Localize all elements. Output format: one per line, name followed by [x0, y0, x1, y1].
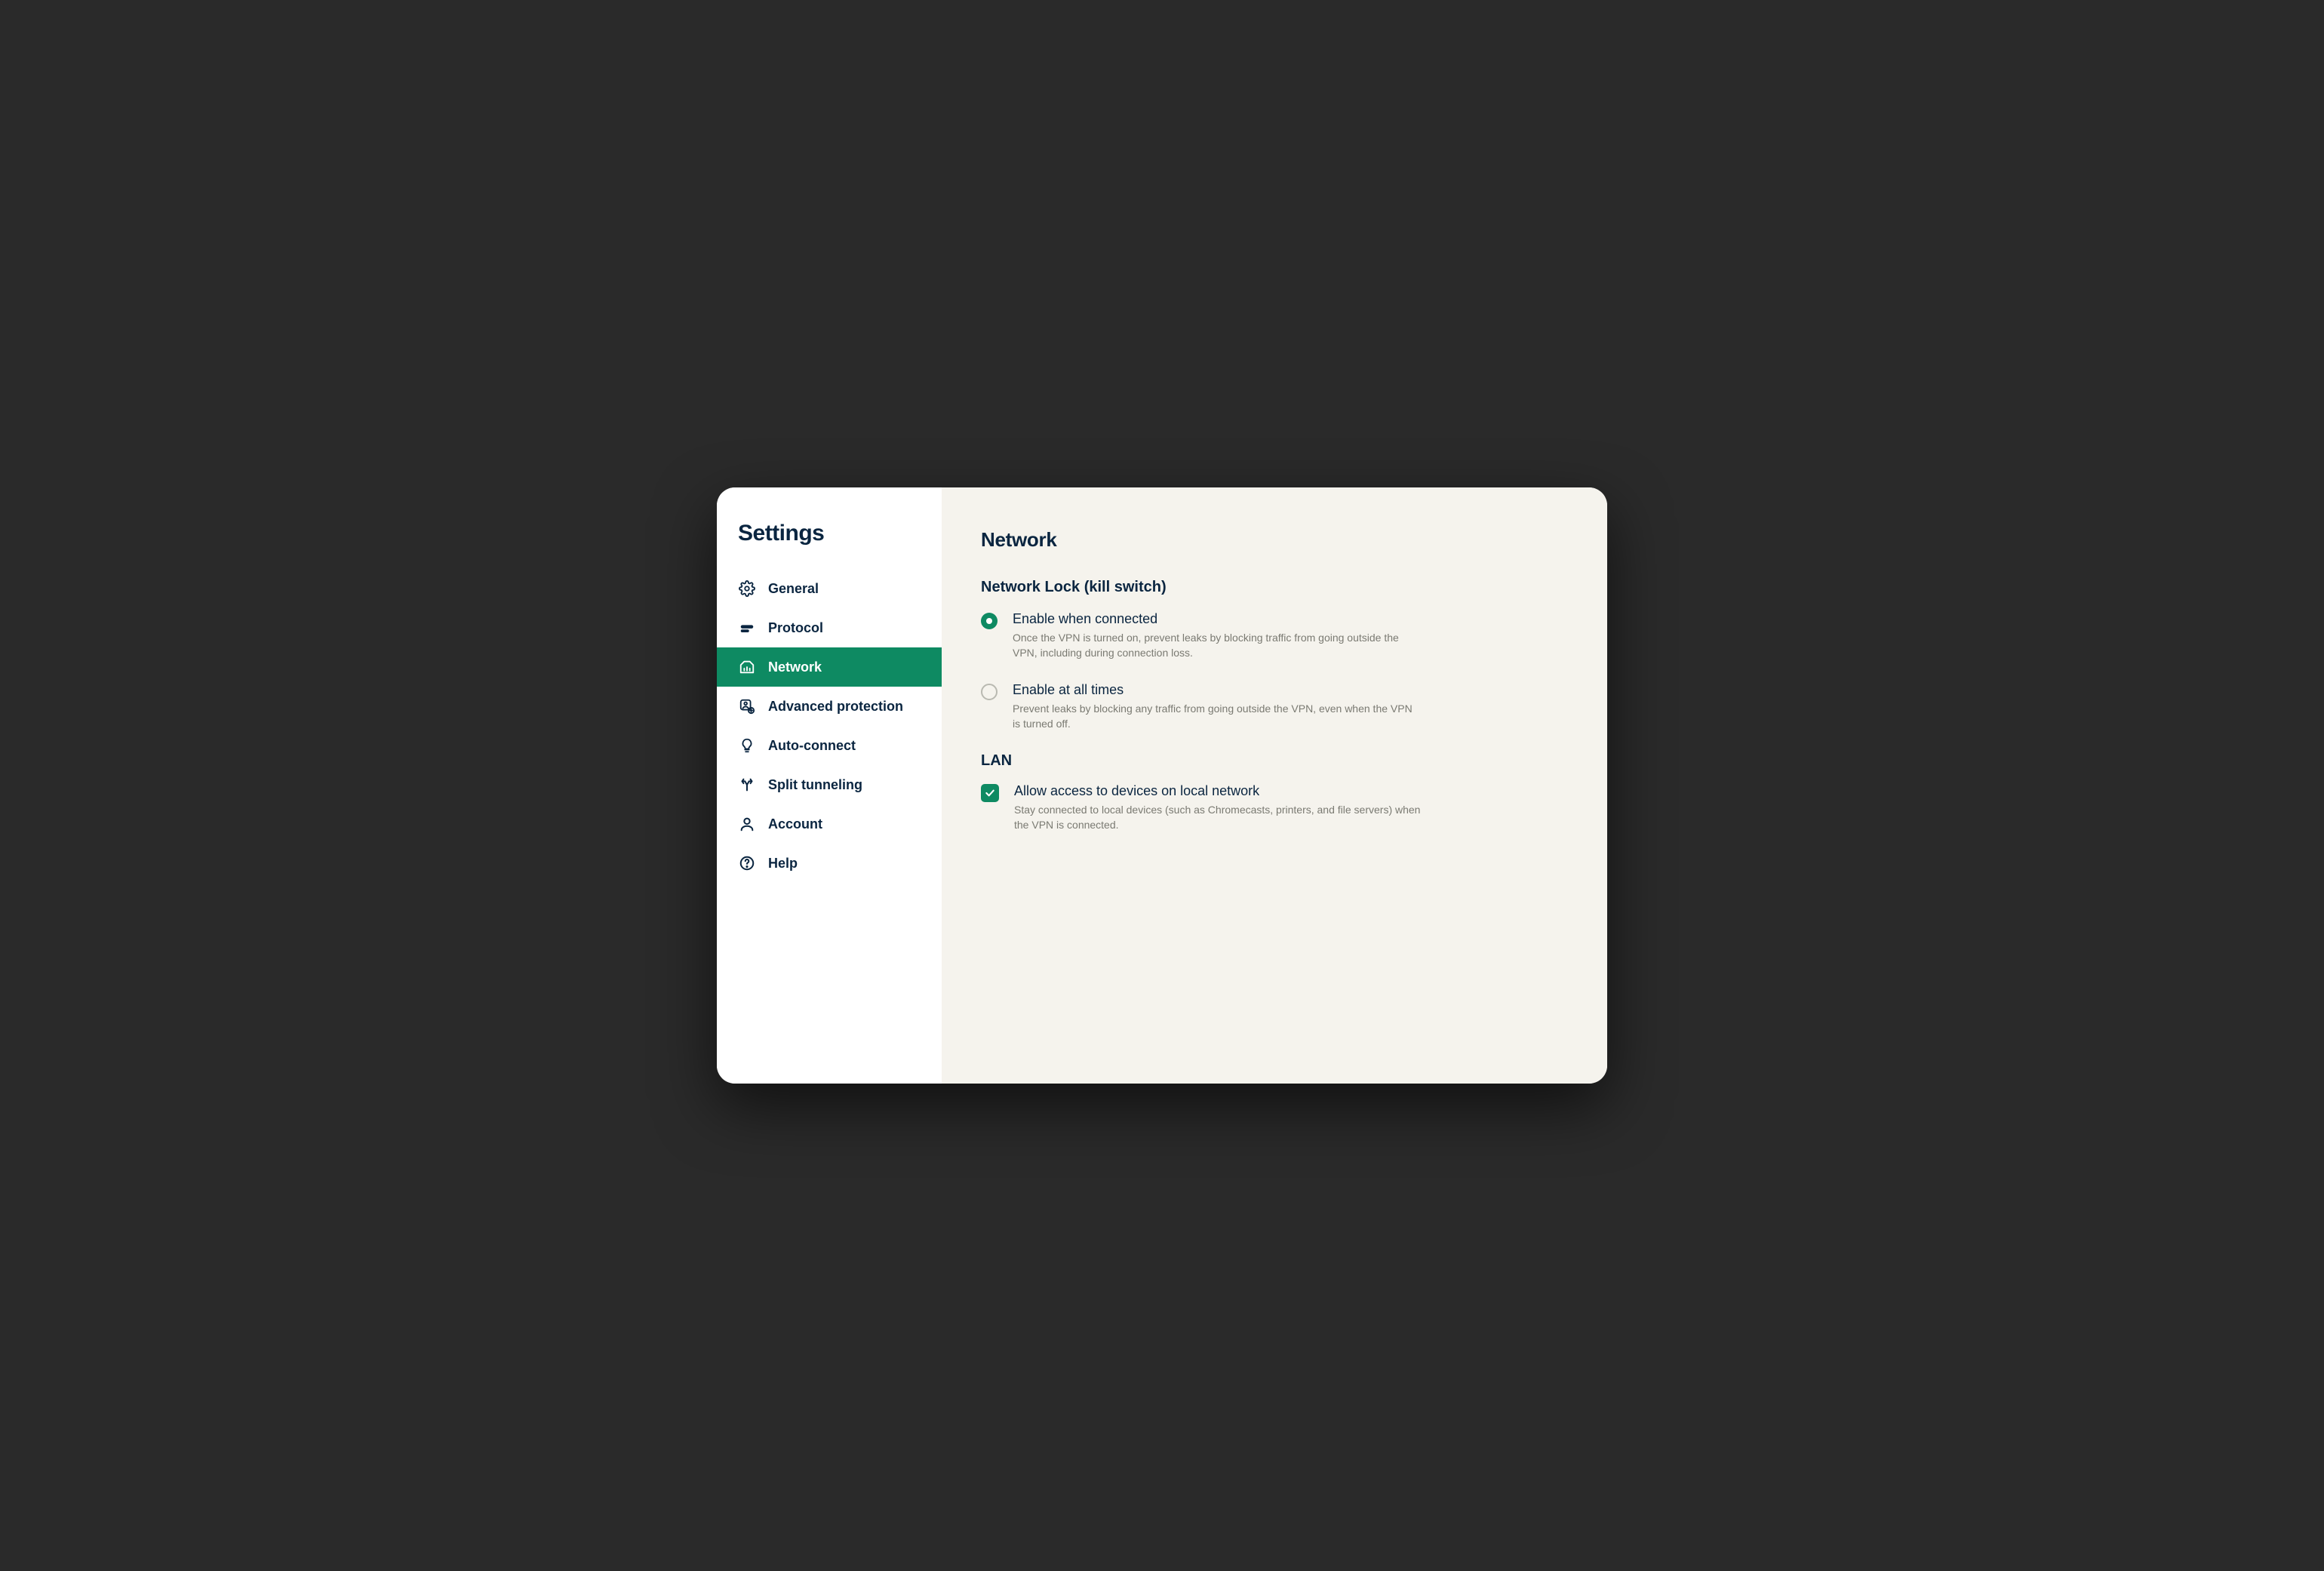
sidebar-title: Settings: [717, 521, 942, 569]
option-label: Allow access to devices on local network: [1014, 783, 1422, 799]
sidebar-item-split-tunneling[interactable]: Split tunneling: [717, 765, 942, 804]
split-icon: [738, 776, 756, 794]
sidebar-item-general[interactable]: General: [717, 569, 942, 608]
lan-option-allow-local[interactable]: Allow access to devices on local network…: [981, 783, 1562, 833]
sidebar-item-help[interactable]: Help: [717, 844, 942, 883]
network-lock-option-always[interactable]: Enable at all times Prevent leaks by blo…: [981, 682, 1562, 732]
sidebar-item-protocol[interactable]: Protocol: [717, 608, 942, 647]
sidebar-item-label: Network: [768, 659, 822, 675]
sidebar-item-network[interactable]: Network: [717, 647, 942, 687]
content-panel: Network Network Lock (kill switch) Enabl…: [942, 487, 1607, 1084]
sidebar-item-label: Advanced protection: [768, 699, 903, 715]
radio-enable-when-connected[interactable]: [981, 613, 998, 629]
sidebar-item-label: Account: [768, 816, 822, 832]
sidebar-item-label: Auto-connect: [768, 738, 856, 754]
sidebar-item-advanced-protection[interactable]: Advanced protection: [717, 687, 942, 726]
sidebar-item-label: General: [768, 581, 819, 597]
bulb-icon: [738, 736, 756, 755]
option-description: Stay connected to local devices (such as…: [1014, 802, 1422, 833]
shield-icon: [738, 697, 756, 715]
protocol-icon: [738, 619, 756, 637]
network-lock-heading: Network Lock (kill switch): [981, 579, 1562, 596]
network-lock-option-connected[interactable]: Enable when connected Once the VPN is tu…: [981, 611, 1562, 661]
option-description: Once the VPN is turned on, prevent leaks…: [1013, 630, 1420, 661]
account-icon: [738, 815, 756, 833]
sidebar-item-label: Protocol: [768, 620, 823, 636]
settings-window: Settings General Protocol Network Advanc…: [717, 487, 1607, 1084]
radio-enable-at-all-times[interactable]: [981, 684, 998, 700]
sidebar-item-label: Help: [768, 856, 798, 872]
option-label: Enable when connected: [1013, 611, 1420, 627]
sidebar: Settings General Protocol Network Advanc…: [717, 487, 942, 1084]
content-title: Network: [981, 528, 1562, 552]
sidebar-item-account[interactable]: Account: [717, 804, 942, 844]
help-icon: [738, 854, 756, 872]
checkbox-allow-local[interactable]: [981, 784, 999, 802]
sidebar-item-auto-connect[interactable]: Auto-connect: [717, 726, 942, 765]
option-label: Enable at all times: [1013, 682, 1420, 698]
network-icon: [738, 658, 756, 676]
sidebar-item-label: Split tunneling: [768, 777, 862, 793]
option-description: Prevent leaks by blocking any traffic fr…: [1013, 701, 1420, 732]
lan-heading: LAN: [981, 752, 1562, 770]
gear-icon: [738, 580, 756, 598]
